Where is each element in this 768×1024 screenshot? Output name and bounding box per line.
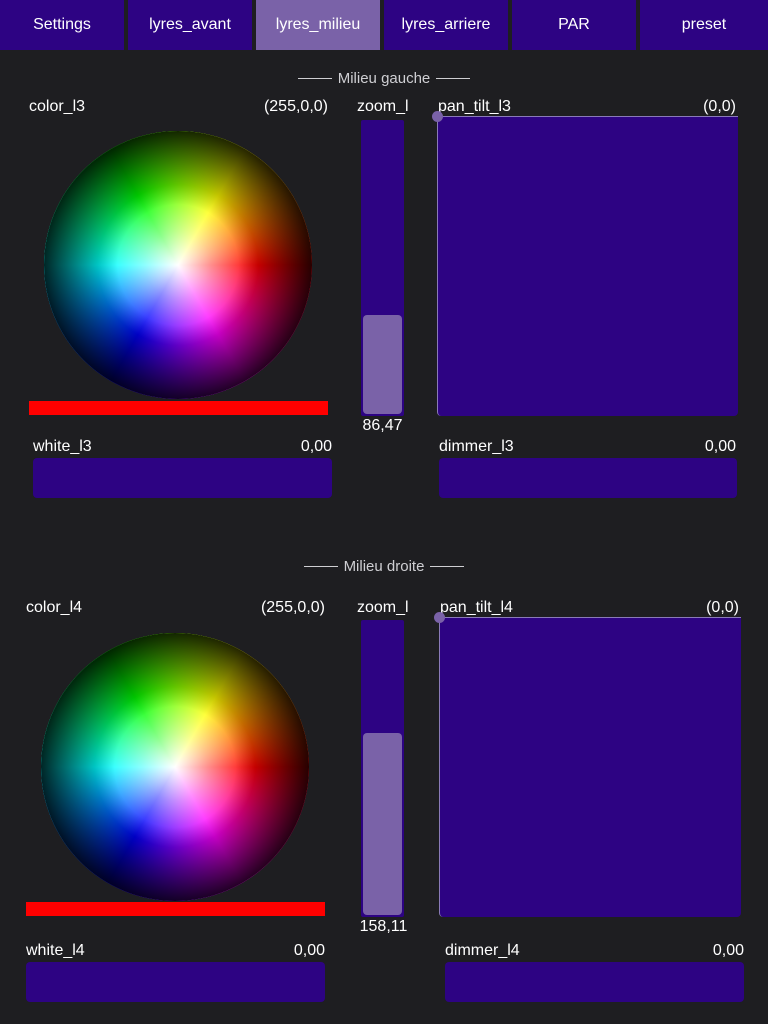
tab-settings[interactable]: Settings [0,0,126,50]
title-divider-right [430,566,465,567]
zoom-slider-fill [363,733,402,915]
title-divider-right [436,78,471,79]
title-divider-left [303,566,338,567]
zoom-label: zoom_l [357,599,409,616]
color-label: color_l3 [29,98,86,115]
pan-tilt-value: (0,0) [706,599,739,616]
color-value: (255,0,0) [263,98,328,115]
zoom-label: zoom_l [357,98,409,115]
pan-tilt-value: (0,0) [703,98,736,115]
white-slider[interactable] [33,458,332,498]
section-title-milieu-gauche: Milieu gauche [0,70,768,87]
pan-tilt-pad[interactable] [432,111,738,416]
pan-tilt-label: pan_tilt_l4 [440,599,513,616]
section-title-text: Milieu droite [343,558,425,575]
color-value: (255,0,0) [260,599,325,616]
tab-lyres-milieu[interactable]: lyres_milieu [256,0,382,50]
dimmer-label: dimmer_l3 [439,438,514,455]
tab-lyres-avant[interactable]: lyres_avant [128,0,254,50]
white-label: white_l3 [33,438,92,455]
tab-lyres-arriere[interactable]: lyres_arriere [384,0,510,50]
pan-tilt-pad[interactable] [434,612,741,917]
dimmer-slider[interactable] [439,458,737,498]
pan-tilt-label: pan_tilt_l3 [438,98,511,115]
white-value: 0,00 [300,438,332,455]
zoom-value: 158,11 [359,918,408,935]
color-wheel[interactable] [41,633,309,901]
section-title-milieu-droite: Milieu droite [0,558,768,575]
tab-par[interactable]: PAR [512,0,638,50]
white-slider[interactable] [26,962,325,1002]
zoom-value: 86,47 [362,417,403,434]
white-label: white_l4 [26,942,85,959]
dimmer-value: 0,00 [704,438,736,455]
title-divider-left [297,78,332,79]
tab-preset[interactable]: preset [640,0,768,50]
pan-tilt-handle[interactable] [434,612,445,623]
dimmer-label: dimmer_l4 [445,942,520,959]
color-swatch-bar [29,401,328,415]
dimmer-value: 0,00 [712,942,744,959]
color-wheel[interactable] [44,131,312,399]
zoom-slider[interactable] [361,620,404,917]
tab-bar: Settings lyres_avant lyres_milieu lyres_… [0,0,768,50]
white-value: 0,00 [293,942,325,959]
section-title-text: Milieu gauche [337,70,431,87]
color-swatch-bar [26,902,325,916]
pan-tilt-handle[interactable] [432,111,443,122]
color-label: color_l4 [26,599,83,616]
zoom-slider[interactable] [361,120,404,416]
dimmer-slider[interactable] [445,962,744,1002]
zoom-slider-fill [363,315,402,414]
